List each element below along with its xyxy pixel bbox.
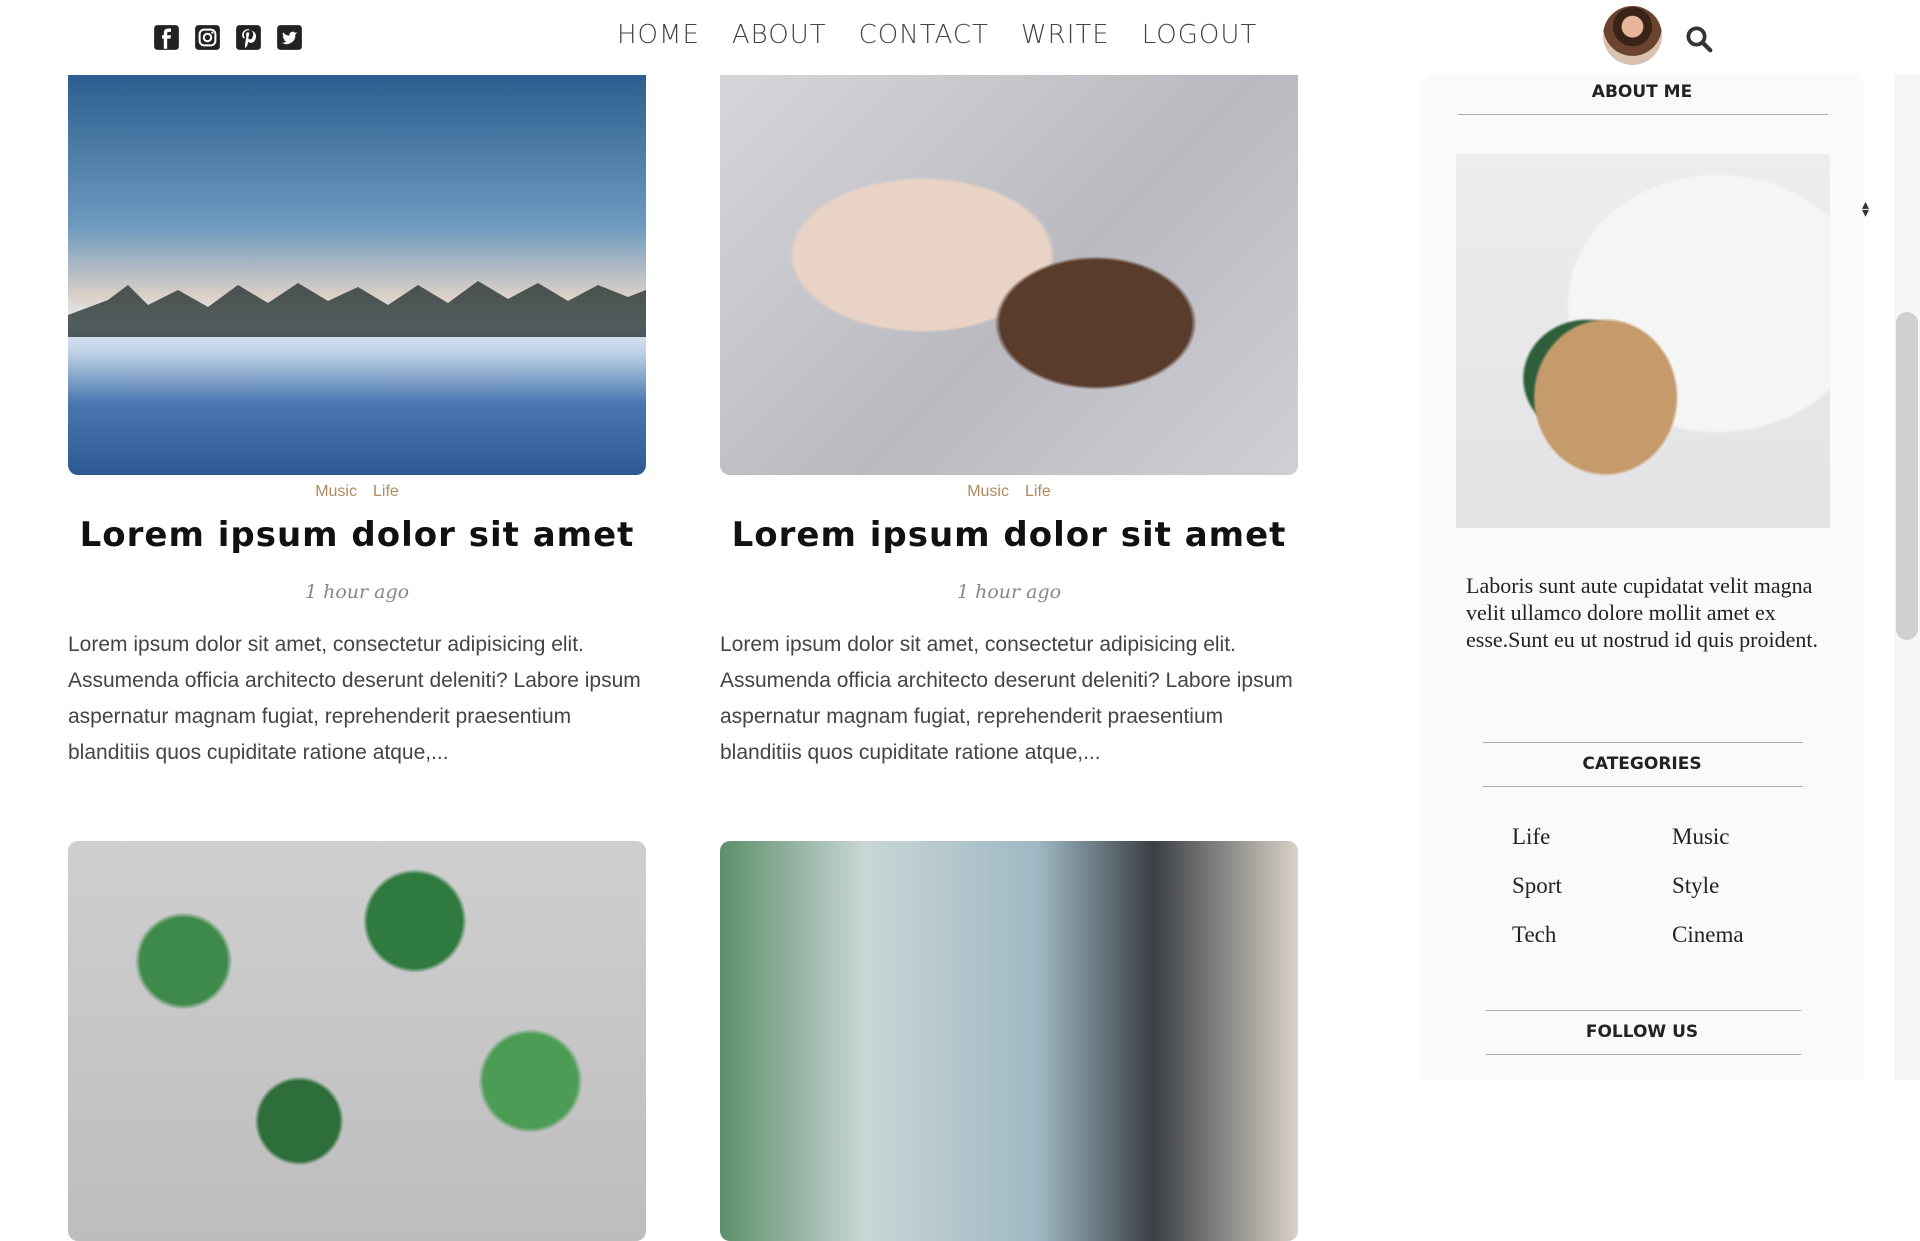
- post-category[interactable]: Life: [373, 483, 399, 501]
- nav-logout[interactable]: LOGOUT: [1142, 18, 1258, 52]
- divider: [1486, 1054, 1801, 1055]
- about-me-image: [1456, 154, 1830, 528]
- divider: [1458, 114, 1828, 115]
- nav-home[interactable]: HOME: [617, 18, 700, 52]
- avatar[interactable]: [1603, 6, 1662, 65]
- scrollbar-thumb[interactable]: [1896, 312, 1918, 640]
- post-categories: Music Life: [68, 483, 646, 501]
- category-style[interactable]: Style: [1672, 873, 1832, 899]
- about-me-text: Laboris sunt aute cupidatat velit magna …: [1466, 573, 1818, 652]
- category-tech[interactable]: Tech: [1512, 922, 1672, 948]
- post-card: [68, 841, 646, 1241]
- post-title[interactable]: Lorem ipsum dolor sit amet: [68, 515, 646, 555]
- sidebar: ABOUT ME Laboris sunt aute cupidatat vel…: [1420, 74, 1864, 1080]
- post-card: Music Life Lorem ipsum dolor sit amet 1 …: [68, 75, 646, 771]
- facebook-icon[interactable]: [153, 24, 180, 51]
- post-card: [720, 841, 1298, 1241]
- top-bar: HOME ABOUT CONTACT WRITE LOGOUT: [0, 0, 1920, 74]
- post-category[interactable]: Life: [1025, 483, 1051, 501]
- post-category[interactable]: Music: [967, 483, 1009, 501]
- post-image[interactable]: [720, 841, 1298, 1241]
- about-me-title: ABOUT ME: [1591, 82, 1693, 102]
- divider: [1483, 786, 1803, 787]
- nav-write[interactable]: WRITE: [1021, 18, 1110, 52]
- scroll-arrows-icon[interactable]: ▴ ▾: [1862, 197, 1869, 219]
- post-categories: Music Life: [720, 483, 1298, 501]
- category-sport[interactable]: Sport: [1512, 873, 1672, 899]
- post-date: 1 hour ago: [304, 581, 410, 603]
- post-description: Lorem ipsum dolor sit amet, consectetur …: [720, 633, 1293, 764]
- follow-us-title: FOLLOW US: [1585, 1022, 1699, 1042]
- post-card: Music Life Lorem ipsum dolor sit amet 1 …: [720, 75, 1298, 771]
- nav-about[interactable]: ABOUT: [732, 18, 827, 52]
- main-nav: HOME ABOUT CONTACT WRITE LOGOUT: [617, 18, 1257, 52]
- divider: [1483, 742, 1803, 743]
- post-category[interactable]: Music: [315, 483, 357, 501]
- category-list: Life Music Sport Style Tech Cinema: [1512, 824, 1832, 948]
- categories-title: CATEGORIES: [1582, 754, 1702, 774]
- category-cinema[interactable]: Cinema: [1672, 922, 1832, 948]
- post-date: 1 hour ago: [956, 581, 1062, 603]
- nav-contact[interactable]: CONTACT: [859, 18, 989, 52]
- category-life[interactable]: Life: [1512, 824, 1672, 850]
- post-image[interactable]: [68, 841, 646, 1241]
- twitter-icon[interactable]: [276, 24, 303, 51]
- post-description: Lorem ipsum dolor sit amet, consectetur …: [68, 633, 641, 764]
- instagram-icon[interactable]: [194, 24, 221, 51]
- pinterest-icon[interactable]: [235, 24, 262, 51]
- post-image[interactable]: [68, 75, 646, 475]
- tree-line-graphic: [68, 281, 646, 337]
- search-icon[interactable]: [1684, 24, 1714, 54]
- post-title[interactable]: Lorem ipsum dolor sit amet: [720, 515, 1298, 555]
- social-links: [153, 24, 303, 51]
- category-music[interactable]: Music: [1672, 824, 1832, 850]
- post-image[interactable]: [720, 75, 1298, 475]
- divider: [1486, 1010, 1801, 1011]
